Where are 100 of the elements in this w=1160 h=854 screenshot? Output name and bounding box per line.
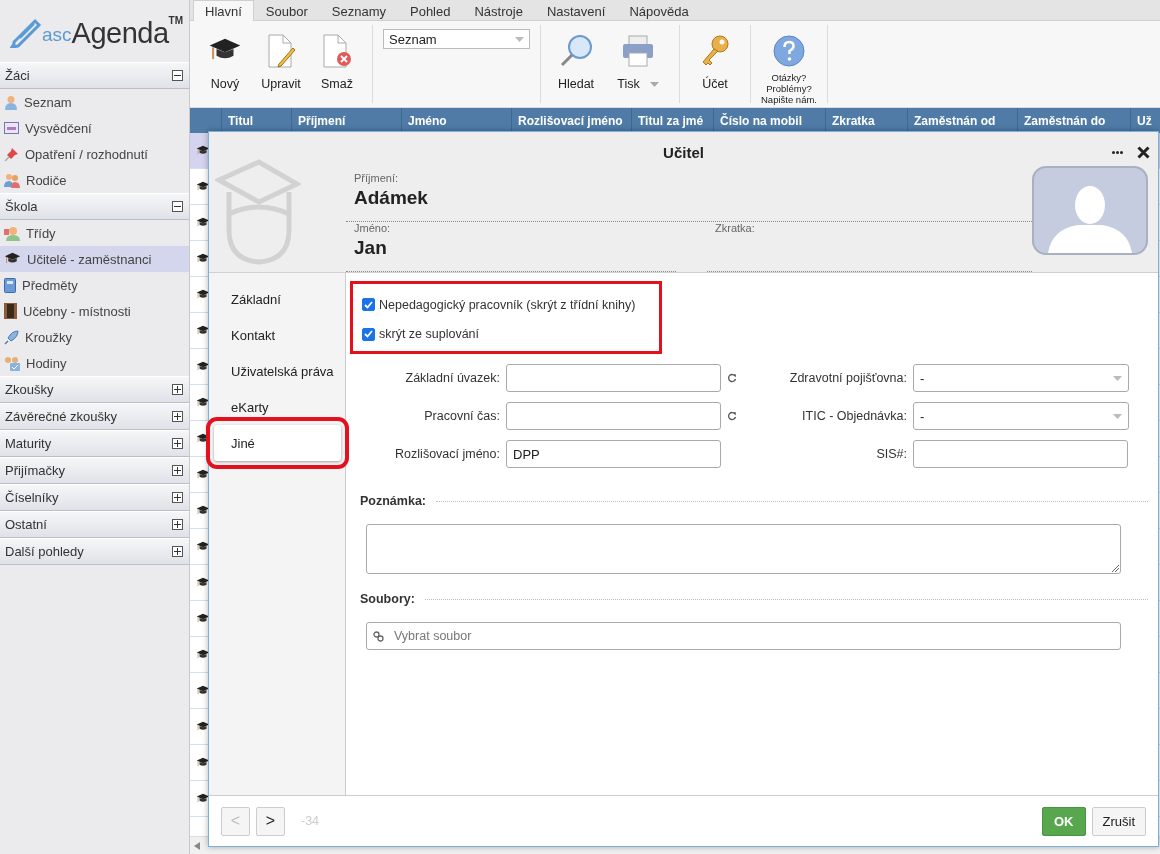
sidebar-item[interactable]: Kroužky <box>0 324 189 350</box>
toolbar-button[interactable]: Účet <box>690 33 740 91</box>
sidebar-item[interactable]: Hodiny <box>0 350 189 376</box>
graduation-cap-icon <box>196 756 210 769</box>
dialog-tab[interactable]: eKarty <box>214 389 341 425</box>
section-title: Soubory: <box>360 592 415 606</box>
input-field[interactable]: DPP <box>506 440 721 468</box>
cancel-button[interactable]: Zrušit <box>1091 806 1146 836</box>
sidebar-group-label: Zkoušky <box>5 382 54 397</box>
input-field[interactable] <box>913 440 1128 468</box>
view-select[interactable]: Seznam <box>383 29 530 49</box>
graduation-cap-icon <box>196 648 210 661</box>
checkbox[interactable] <box>362 298 375 312</box>
sidebar-group-header[interactable]: Přijímačky <box>0 457 189 484</box>
sidebar-item[interactable]: Třídy <box>0 220 189 246</box>
scroll-left-icon[interactable] <box>194 841 200 850</box>
toolbar-button[interactable]: Tisk <box>607 33 669 91</box>
next-button[interactable]: > <box>256 806 285 836</box>
logo-text: Agenda <box>71 19 169 48</box>
collapse-icon[interactable] <box>172 201 183 212</box>
sidebar-group-header[interactable]: Číselníky <box>0 484 189 511</box>
menu-tab[interactable]: Nápověda <box>617 0 701 21</box>
caret-icon <box>1113 375 1122 381</box>
graduation-cap-icon <box>196 504 210 517</box>
document-delete-icon <box>322 34 352 68</box>
toolbar-button[interactable]: Upravit <box>256 33 306 91</box>
book-icon <box>4 277 16 293</box>
sidebar-group-header[interactable]: Další pohledy <box>0 538 189 565</box>
more-icon[interactable] <box>1112 151 1123 154</box>
teacher-icon <box>4 225 20 241</box>
field-label: Zkratka: <box>715 222 756 234</box>
printer-icon <box>622 35 654 67</box>
file-field[interactable]: Vybrat soubor <box>366 622 1121 650</box>
menu-tab[interactable]: Soubor <box>253 0 320 21</box>
expand-icon[interactable] <box>172 411 183 422</box>
collapse-icon[interactable] <box>172 70 183 81</box>
checkbox[interactable] <box>362 327 375 341</box>
expand-icon[interactable] <box>172 492 183 503</box>
sidebar-group-label: Závěrečné zkoušky <box>5 409 117 424</box>
help-button[interactable]: Otázky? Problémy? Napište nám. <box>761 33 817 106</box>
dialog-tab[interactable]: Kontakt <box>214 317 341 353</box>
expand-icon[interactable] <box>172 438 183 449</box>
sidebar-item[interactable]: Předměty <box>0 272 189 298</box>
checkbox-label: skrýt ze suplování <box>379 327 480 342</box>
graduation-cap-icon <box>196 288 210 301</box>
graduation-cap-icon <box>196 144 210 157</box>
toolbar-button[interactable]: Hledat <box>551 33 601 91</box>
name-field[interactable]: Jméno: Jan <box>346 222 676 272</box>
refresh-icon[interactable] <box>727 373 737 383</box>
graduation-cap-icon <box>196 720 210 733</box>
sidebar-group-header[interactable]: Ostatní <box>0 511 189 538</box>
link-icon <box>373 630 384 642</box>
menu-tab[interactable]: Nastavení <box>534 0 618 21</box>
graduation-cap-icon <box>196 360 210 373</box>
sidebar-item[interactable]: Seznam <box>0 89 189 115</box>
graduation-cap-icon <box>196 396 210 409</box>
sidebar-item[interactable]: Učitelé - zaměstnanci <box>0 246 189 272</box>
sidebar-group-header[interactable]: Škola <box>0 193 189 220</box>
dialog-tab[interactable]: Uživatelská práva <box>214 353 341 389</box>
select-field[interactable]: - <box>913 364 1129 392</box>
trademark-mark: TM <box>168 16 184 26</box>
menu-tab[interactable]: Nástroje <box>462 0 535 21</box>
people-icon <box>4 172 20 188</box>
certificate-icon <box>4 122 19 134</box>
section-title: Poznámka: <box>360 494 426 508</box>
sidebar-group-header[interactable]: Závěrečné zkoušky <box>0 403 189 430</box>
caret-icon <box>515 36 524 42</box>
resize-grip-icon[interactable] <box>1112 565 1119 572</box>
toolbar-button[interactable]: Smaž <box>312 33 362 91</box>
expand-icon[interactable] <box>172 465 183 476</box>
note-field[interactable] <box>366 524 1121 574</box>
dialog-tab[interactable]: Základní <box>214 281 341 317</box>
sidebar-group-header[interactable]: Zkoušky <box>0 376 189 403</box>
expand-icon[interactable] <box>172 546 183 557</box>
sidebar-item[interactable]: Opatření / rozhodnutí <box>0 141 189 167</box>
sidebar-group-header[interactable]: Žáci <box>0 62 189 89</box>
input-field[interactable] <box>506 402 721 430</box>
sidebar-item[interactable]: Vysvědčení <box>0 115 189 141</box>
input-field[interactable] <box>506 364 721 392</box>
menu-tab[interactable]: Pohled <box>398 0 463 21</box>
field-value: Adámek <box>354 187 429 209</box>
sidebar-group-header[interactable]: Maturity <box>0 430 189 457</box>
expand-icon[interactable] <box>172 384 183 395</box>
sidebar-item[interactable]: Učebny - místnosti <box>0 298 189 324</box>
menu-tab[interactable]: Hlavní <box>193 0 254 21</box>
select-field[interactable]: - <box>913 402 1129 430</box>
close-icon[interactable] <box>1137 146 1150 159</box>
graduation-cap-icon <box>196 324 210 337</box>
sidebar-group-label: Ostatní <box>5 517 47 532</box>
graduation-cap-icon <box>196 576 210 589</box>
refresh-icon[interactable] <box>727 411 737 421</box>
sidebar-item[interactable]: Rodiče <box>0 167 189 193</box>
graduation-cap-icon <box>196 612 210 625</box>
toolbar-button[interactable]: Nový <box>200 33 250 91</box>
menu-tab[interactable]: Seznamy <box>319 0 398 21</box>
field-value: Jan <box>354 237 388 259</box>
sidebar-group-label: Škola <box>5 199 38 214</box>
expand-icon[interactable] <box>172 519 183 530</box>
graduation-cap-icon <box>196 792 210 805</box>
graduation-cap-icon <box>4 252 21 266</box>
